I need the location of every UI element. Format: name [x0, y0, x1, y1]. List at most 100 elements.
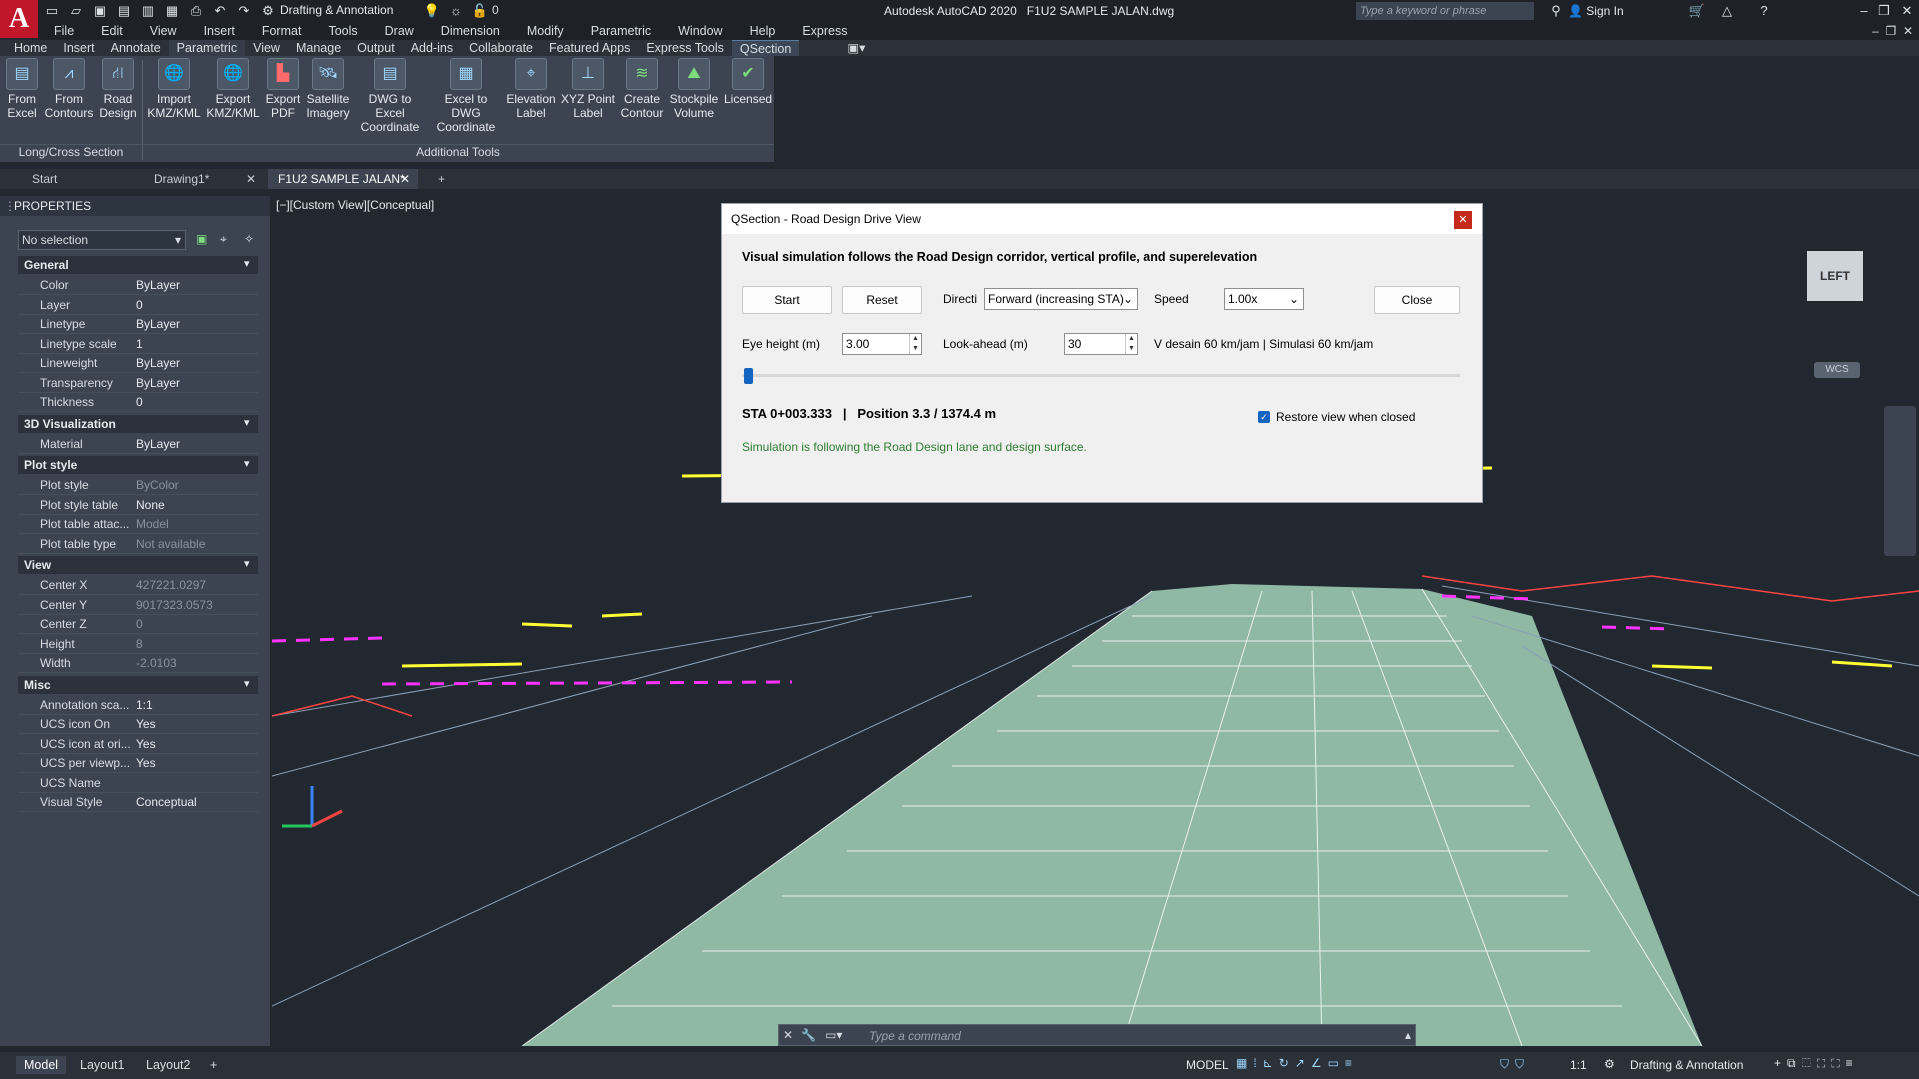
- selection-dropdown[interactable]: No selection ▾: [18, 230, 186, 250]
- layer-dropdown[interactable]: 0: [492, 3, 612, 19]
- annotation-icons[interactable]: ⛉⛉: [1500, 1057, 1530, 1072]
- property-row[interactable]: Thickness 0: [18, 393, 258, 412]
- property-row[interactable]: Plot style ByColor: [18, 476, 258, 495]
- plot-icon[interactable]: ▦: [163, 3, 181, 19]
- help-icon[interactable]: ?: [1755, 3, 1773, 19]
- navigation-bar[interactable]: [1884, 406, 1916, 556]
- menu-view[interactable]: View: [134, 24, 188, 38]
- chevron-up-icon[interactable]: ▴: [1405, 1028, 1411, 1042]
- cart-icon[interactable]: 🛒: [1688, 3, 1706, 19]
- tab-collaborate[interactable]: Collaborate: [461, 40, 541, 56]
- dwg-to-excel-button[interactable]: ▤ DWG to Excel Coordinate: [354, 58, 426, 134]
- stockpile-volume-button[interactable]: ⛰ Stockpile Volume: [668, 58, 720, 120]
- section-header[interactable]: Misc: [18, 675, 258, 694]
- viewcube[interactable]: LEFT: [1807, 251, 1863, 301]
- import-kmz-button[interactable]: 🌐 Import KMZ/KML: [147, 58, 201, 120]
- property-row[interactable]: Visual Style Conceptual: [18, 793, 258, 812]
- tab-parametric[interactable]: Parametric: [168, 40, 246, 56]
- publish-icon[interactable]: ▥: [139, 3, 157, 19]
- property-row[interactable]: Layer 0: [18, 296, 258, 315]
- close-button[interactable]: Close: [1374, 286, 1460, 314]
- property-row[interactable]: Plot table attac... Model: [18, 515, 258, 534]
- tab-qsection[interactable]: QSection: [731, 40, 800, 56]
- property-row[interactable]: Center Y 9017323.0573: [18, 596, 258, 615]
- section-header[interactable]: General: [18, 256, 258, 274]
- section-header[interactable]: Plot style: [18, 456, 258, 474]
- command-input[interactable]: Type a command: [869, 1029, 961, 1043]
- command-history-icon[interactable]: ▭▾: [825, 1028, 842, 1042]
- elevation-label-button[interactable]: ⌖ Elevation Label: [506, 58, 556, 120]
- quick-select-icon[interactable]: ✧: [244, 232, 254, 246]
- file-tab-f1u2[interactable]: F1U2 SAMPLE JALAN* ✕: [268, 169, 418, 189]
- sign-in-button[interactable]: 👤 Sign In: [1568, 4, 1624, 18]
- grip-icon[interactable]: ⋮: [4, 196, 16, 216]
- tab-view[interactable]: View: [245, 40, 288, 56]
- property-row[interactable]: Width -2.0103: [18, 654, 258, 673]
- progress-slider[interactable]: [742, 368, 1460, 384]
- property-row[interactable]: UCS icon On Yes: [18, 715, 258, 734]
- annotation-scale[interactable]: 1:1: [1570, 1058, 1587, 1072]
- collapse-chevron-icon[interactable]: ▾: [244, 257, 250, 270]
- from-excel-button[interactable]: ▤ From Excel: [4, 58, 40, 120]
- doc-window-controls[interactable]: – ❐ ✕: [1872, 24, 1913, 38]
- menu-modify[interactable]: Modify: [511, 24, 575, 38]
- close-command-icon[interactable]: ✕: [783, 1028, 793, 1042]
- wcs-menu[interactable]: WCS: [1814, 362, 1860, 378]
- property-row[interactable]: Material ByLayer: [18, 435, 258, 454]
- minimize-icon[interactable]: –: [1855, 3, 1873, 19]
- search-input[interactable]: Type a keyword or phrase: [1356, 2, 1534, 20]
- lookahead-spinner[interactable]: ▲ ▼: [1125, 334, 1137, 354]
- workspace-switch[interactable]: Drafting & Annotation: [1630, 1058, 1743, 1072]
- menu-format[interactable]: Format: [246, 24, 313, 38]
- autocad-logo[interactable]: A: [0, 0, 38, 38]
- open-icon[interactable]: ▱: [67, 3, 85, 19]
- status-tools-icons[interactable]: +⧉⬚⛶⛶≡: [1774, 1056, 1859, 1071]
- menu-edit[interactable]: Edit: [85, 24, 134, 38]
- viewport-controls[interactable]: [−][Custom View][Conceptual]: [276, 198, 434, 212]
- new-icon[interactable]: ▭: [43, 3, 61, 19]
- tab-output[interactable]: Output: [349, 40, 403, 56]
- command-line[interactable]: ✕ 🔧 ▭▾ Type a command ▴: [778, 1024, 1416, 1046]
- menu-help[interactable]: Help: [734, 24, 787, 38]
- start-button[interactable]: Start: [742, 286, 832, 314]
- gear-icon[interactable]: ⚙: [1604, 1057, 1615, 1071]
- dialog-close-icon[interactable]: ✕: [1454, 211, 1472, 229]
- property-row[interactable]: Linetype scale 1: [18, 335, 258, 354]
- slider-thumb[interactable]: [743, 368, 753, 384]
- menu-parametric[interactable]: Parametric: [575, 24, 662, 38]
- property-row[interactable]: UCS Name: [18, 774, 258, 793]
- tab-express-tools[interactable]: Express Tools: [638, 40, 732, 56]
- reset-button[interactable]: Reset: [842, 286, 922, 314]
- section-header[interactable]: 3D Visualization: [18, 414, 258, 433]
- tab-layout1[interactable]: Layout1: [72, 1056, 132, 1074]
- save-icon[interactable]: ▣: [91, 3, 109, 19]
- grid-snap-icons[interactable]: ▦⁞⊾↻↗∠▭≡: [1236, 1056, 1358, 1070]
- file-tab-start[interactable]: Start: [22, 169, 142, 189]
- xyz-point-label-button[interactable]: ⊥ XYZ Point Label: [560, 58, 616, 120]
- tab-insert[interactable]: Insert: [55, 40, 102, 56]
- menu-draw[interactable]: Draw: [369, 24, 425, 38]
- collapse-chevron-icon[interactable]: ▾: [244, 677, 250, 690]
- menu-express[interactable]: Express: [786, 24, 858, 38]
- property-row[interactable]: Annotation sca... 1:1: [18, 696, 258, 715]
- ribbon-toggle-icon[interactable]: ▣▾: [839, 40, 873, 56]
- from-contours-button[interactable]: ⩘ From Contours: [43, 58, 95, 120]
- menu-window[interactable]: Window: [662, 24, 733, 38]
- property-row[interactable]: Height 8: [18, 635, 258, 654]
- eye-height-spinner[interactable]: ▲ ▼: [909, 334, 921, 354]
- tab-featured-apps[interactable]: Featured Apps: [541, 40, 638, 56]
- eye-height-input[interactable]: 3.00 ▲ ▼: [842, 333, 922, 355]
- property-row[interactable]: Center Z 0: [18, 615, 258, 634]
- licensed-button[interactable]: ✔ Licensed: [724, 58, 772, 106]
- print-icon[interactable]: ⎙: [187, 3, 205, 19]
- tab-add-ins[interactable]: Add-ins: [403, 40, 461, 56]
- create-contour-button[interactable]: ≋ Create Contour: [620, 58, 664, 120]
- undo-icon[interactable]: ↶: [211, 3, 229, 19]
- a360-icon[interactable]: △: [1718, 3, 1736, 19]
- section-header[interactable]: View: [18, 556, 258, 574]
- lookahead-input[interactable]: 30 ▲ ▼: [1064, 333, 1138, 355]
- direction-select[interactable]: Forward (increasing STA) ⌄: [984, 288, 1138, 310]
- close-tab-icon[interactable]: ✕: [400, 169, 410, 189]
- add-layout-button[interactable]: +: [202, 1056, 225, 1074]
- collapse-chevron-icon[interactable]: ▾: [244, 416, 250, 429]
